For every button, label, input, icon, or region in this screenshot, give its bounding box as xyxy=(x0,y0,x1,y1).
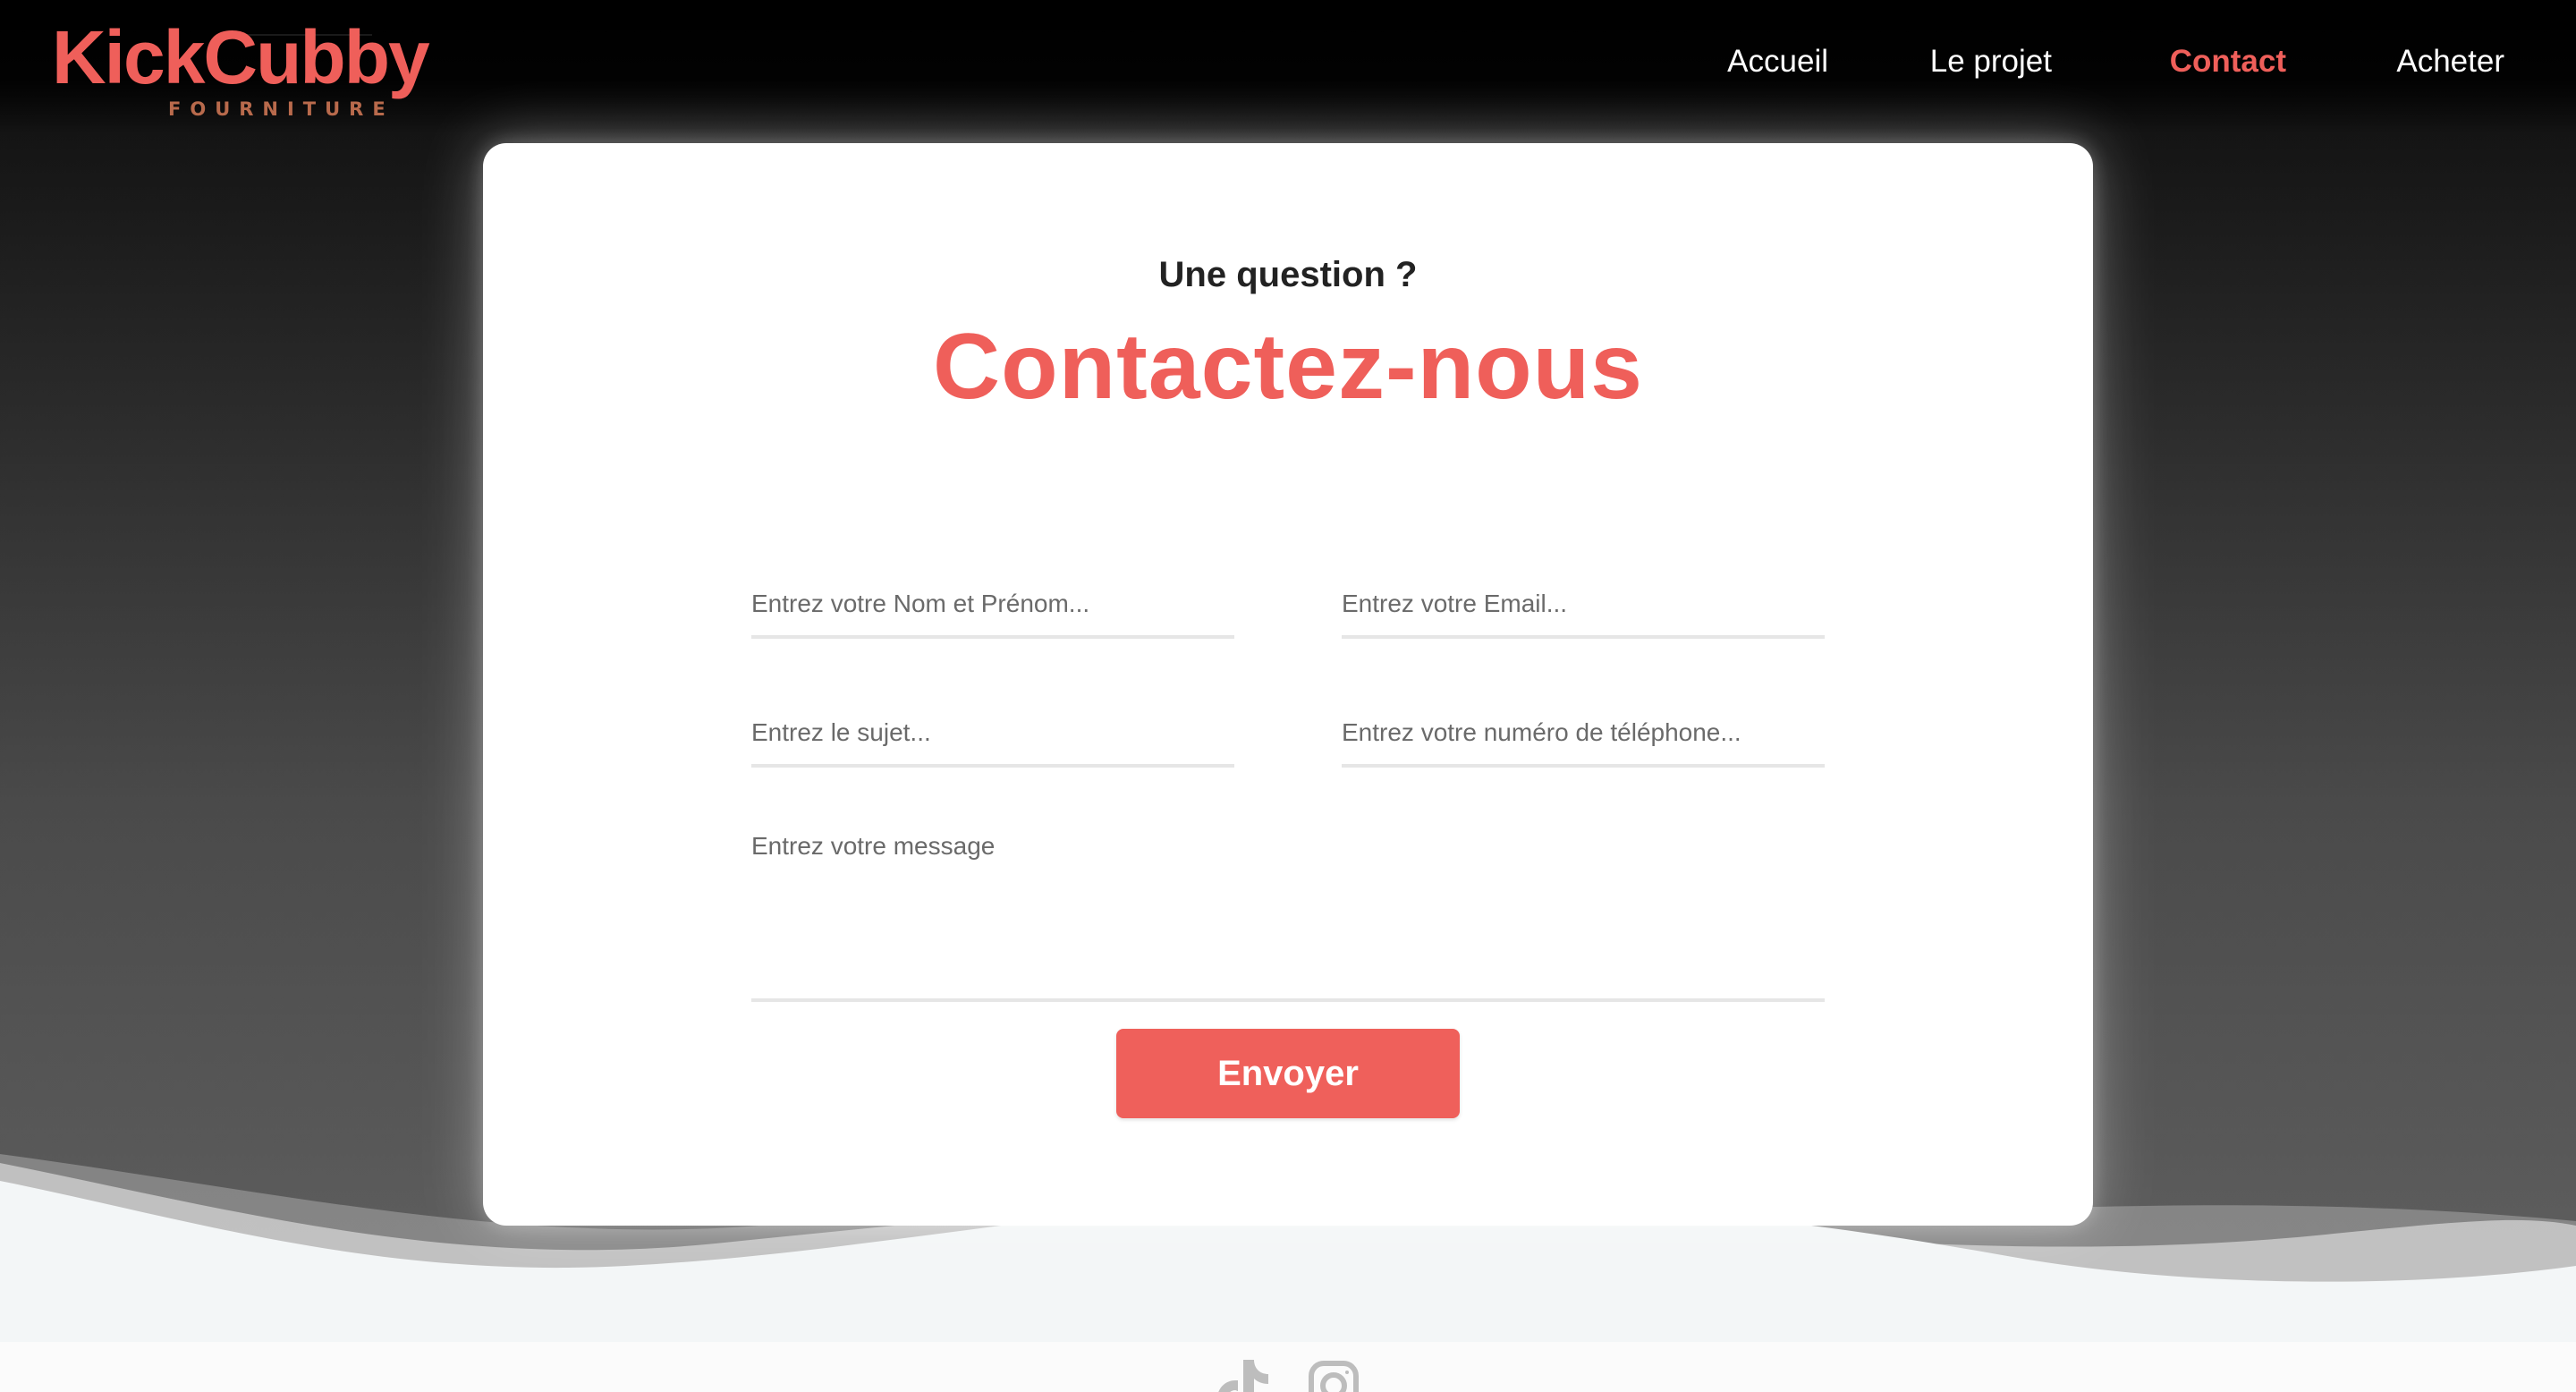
logo-tagline: FOURNITURE xyxy=(168,98,394,120)
email-field[interactable] xyxy=(1342,573,1825,635)
social-links xyxy=(1208,1353,1368,1392)
nav-item-accueil[interactable]: Accueil xyxy=(1727,39,1828,84)
email-field-wrapper xyxy=(1342,573,1825,639)
instagram-icon[interactable] xyxy=(1309,1361,1359,1392)
subject-field[interactable] xyxy=(751,701,1234,764)
nav-item-contact[interactable]: Contact xyxy=(2170,39,2286,84)
phone-field[interactable] xyxy=(1342,701,1825,764)
nav-item-acheter[interactable]: Acheter xyxy=(2396,39,2504,84)
submit-button[interactable]: Envoyer xyxy=(1116,1029,1460,1118)
name-field[interactable] xyxy=(751,573,1234,635)
page-title: Contactez-nous xyxy=(933,315,1643,419)
nav-item-le-projet[interactable]: Le projet xyxy=(1930,39,2052,84)
contact-eyebrow: Une question ? xyxy=(1158,255,1418,294)
logo-wordmark: KickCubby xyxy=(52,15,430,99)
phone-field-wrapper xyxy=(1342,701,1825,768)
subject-field-wrapper xyxy=(751,701,1234,768)
name-field-wrapper xyxy=(751,573,1234,639)
message-field-wrapper xyxy=(751,832,1825,1002)
message-field[interactable] xyxy=(751,832,1825,998)
tiktok-icon[interactable] xyxy=(1217,1360,1268,1392)
site-header: KickCubby FOURNITURE Accueil Le projet C… xyxy=(0,0,2576,134)
brand-logo[interactable]: KickCubby FOURNITURE xyxy=(52,15,454,120)
contact-card: Une question ? Contactez-nous Envoyer xyxy=(483,143,2093,1226)
